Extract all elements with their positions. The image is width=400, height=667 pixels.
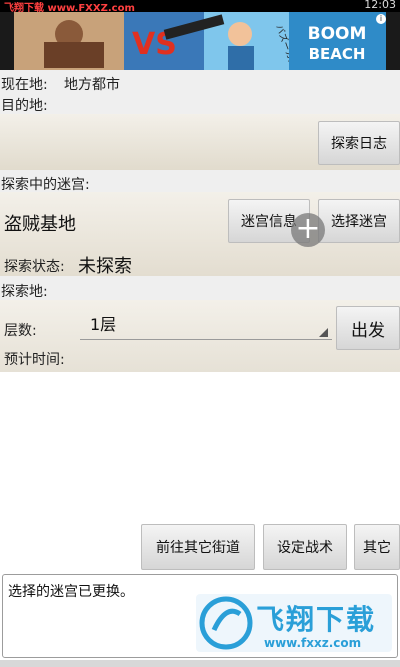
location-band — [0, 70, 400, 114]
explore-status-value: 未探索 — [78, 256, 132, 277]
explore-log-button[interactable]: 探索日志 — [318, 121, 400, 165]
ad-game-title-2: BEACH — [309, 45, 366, 63]
watermark-brand: 飞翔下载 — [256, 603, 377, 636]
go-other-street-button[interactable]: 前往其它街道 — [141, 524, 255, 570]
floor-spinner[interactable]: 1层 — [80, 307, 332, 340]
maze-name: 盗贼基地 — [4, 214, 76, 235]
plus-icon[interactable]: + — [291, 213, 325, 247]
explore-section-label: 探索地: — [1, 284, 48, 300]
current-location-value: 地方都市 — [64, 77, 120, 93]
dropdown-arrow-icon — [319, 328, 328, 337]
status-time: 12:03 — [364, 0, 396, 11]
other-button[interactable]: 其它 — [354, 524, 400, 570]
estimated-time-label: 预计时间: — [4, 352, 65, 368]
status-bar: 飞翔下载 www.FXXZ.com 12:03 — [0, 0, 400, 14]
info-icon[interactable]: i — [376, 14, 386, 24]
maze-section-label: 探索中的迷宫: — [1, 177, 90, 193]
destination-label: 目的地: — [1, 98, 48, 114]
ad-game-title-1: BOOM — [308, 24, 367, 44]
explore-header-band — [0, 276, 400, 300]
bottom-tab-strip — [0, 660, 400, 667]
depart-button[interactable]: 出发 — [336, 306, 400, 350]
floor-label: 层数: — [4, 323, 37, 339]
floor-value: 1层 — [90, 315, 117, 334]
message-text: 选择的迷宫已更换。 — [8, 584, 134, 600]
watermark-url: www.fxxz.com — [264, 636, 362, 650]
ad-banner[interactable]: VS バズーカ兵 BOOM BEACH — [14, 12, 386, 70]
select-maze-button[interactable]: 选择迷宫 — [318, 199, 400, 243]
explore-status-label: 探索状态: — [4, 259, 65, 275]
set-tactics-button[interactable]: 设定战术 — [263, 524, 347, 570]
current-location-label: 现在地: — [1, 77, 48, 93]
